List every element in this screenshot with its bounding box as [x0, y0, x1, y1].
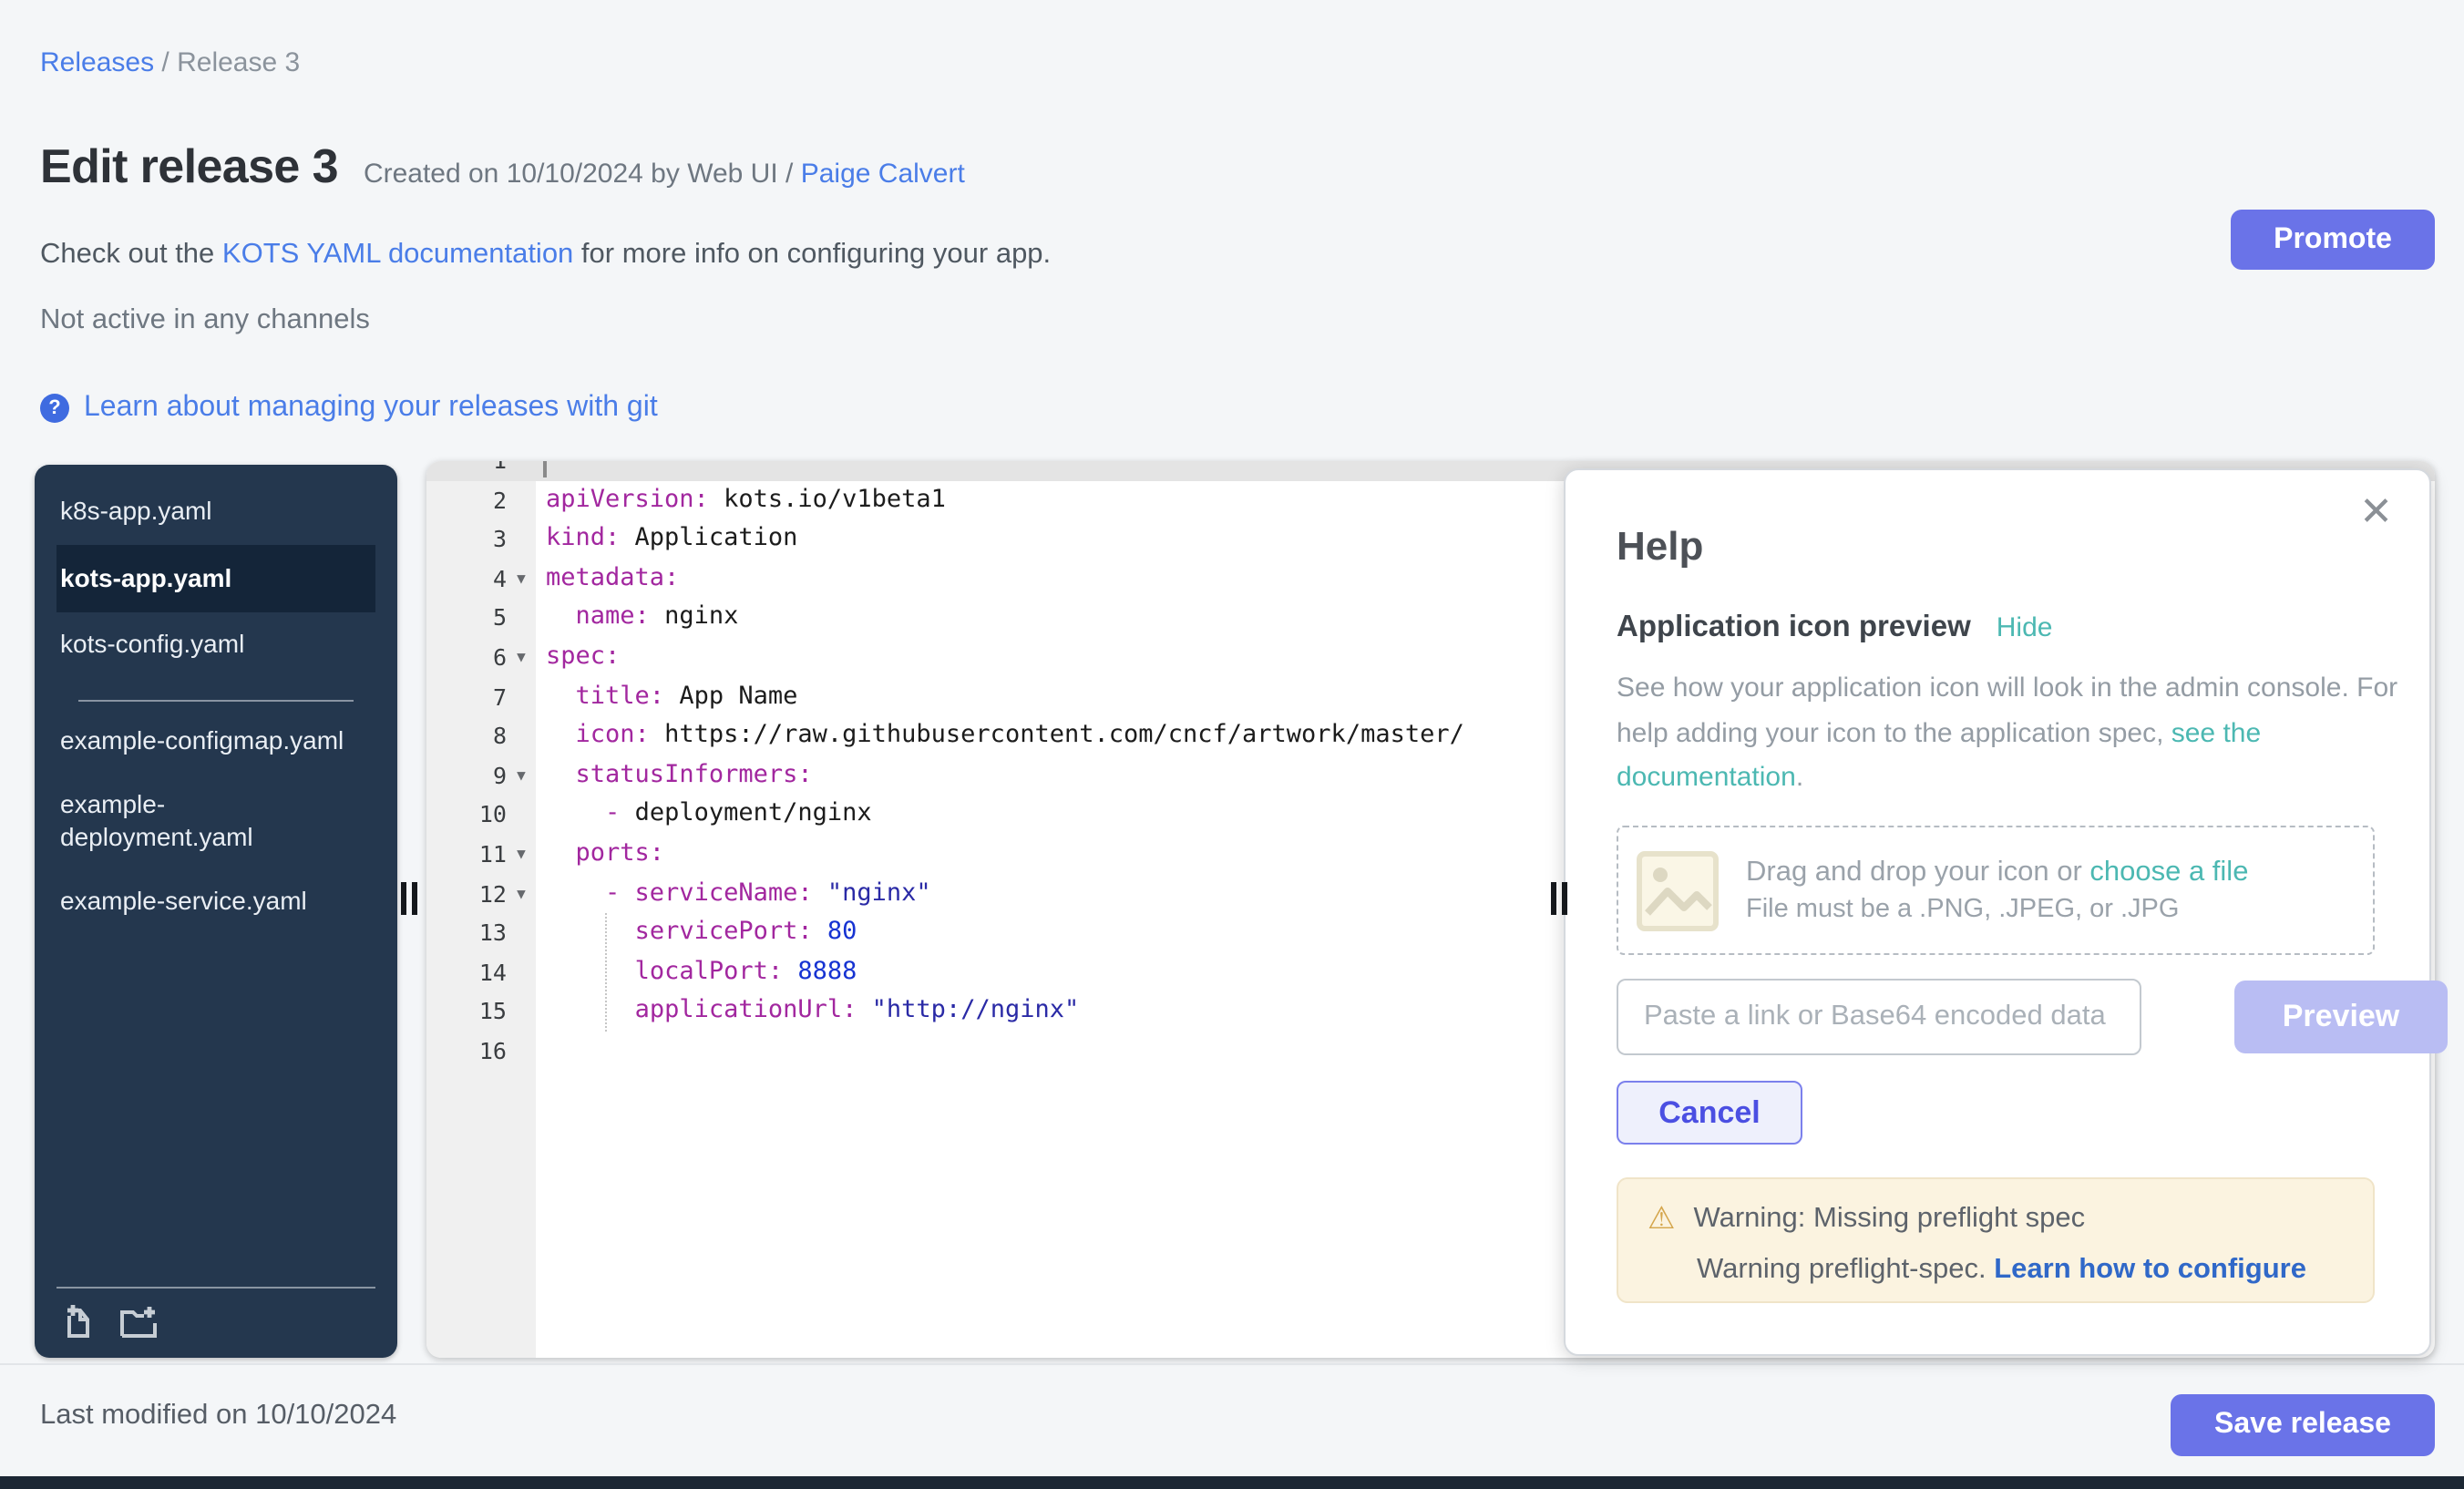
line-number: 6: [426, 638, 507, 677]
line-number: 10: [426, 796, 507, 835]
fold-arrow-icon[interactable]: ▼: [507, 560, 536, 599]
icon-preview-section-header: Application icon preview Hide: [1617, 611, 2052, 645]
line-number: 15: [426, 992, 507, 1032]
created-meta-text: Created on 10/10/2024 by Web UI /: [364, 159, 801, 190]
author-link[interactable]: Paige Calvert: [801, 159, 965, 190]
line-number: 4: [426, 560, 507, 599]
new-folder-icon[interactable]: [118, 1303, 159, 1340]
icon-url-input[interactable]: [1617, 979, 2141, 1055]
sidebar-file-k8s-app.yaml[interactable]: k8s-app.yaml: [56, 479, 348, 544]
question-circle-icon: ?: [40, 394, 69, 423]
line-number: 9: [426, 756, 507, 796]
warning-triangle-icon: ⚠: [1648, 1201, 1676, 1237]
git-releases-link[interactable]: Learn about managing your releases with …: [84, 392, 658, 425]
file-sidebar: k8s-app.yamlkots-app.yamlkots-config.yam…: [35, 465, 397, 1358]
line-number: 7: [426, 677, 507, 716]
icon-dropzone[interactable]: Drag and drop your icon or choose a file…: [1617, 826, 2375, 955]
sidebar-file-kots-config.yaml[interactable]: kots-config.yaml: [56, 612, 348, 677]
fold-arrow-icon[interactable]: ▼: [507, 835, 536, 874]
learn-configure-link[interactable]: Learn how to configure: [1994, 1254, 2306, 1285]
icon-preview-description-text: See how your application icon will look …: [1617, 673, 2397, 748]
page-title: Edit release 3: [40, 139, 338, 195]
created-meta: Created on 10/10/2024 by Web UI / Paige …: [364, 159, 965, 190]
warning-title: Warning: Missing preflight spec: [1694, 1203, 2086, 1236]
icon-preview-title: Application icon preview: [1617, 611, 1971, 645]
sidebar-file-example-deployment.yaml[interactable]: example-deployment.yaml: [56, 773, 348, 869]
docs-info-line: Check out the KOTS YAML documentation fo…: [40, 239, 1051, 272]
kots-yaml-docs-link[interactable]: KOTS YAML documentation: [222, 239, 573, 270]
line-number: 3: [426, 519, 507, 559]
line-number: 14: [426, 952, 507, 991]
channel-status: Not active in any channels: [40, 304, 370, 337]
footer-divider: [0, 1363, 2464, 1365]
preview-button[interactable]: Preview: [2234, 981, 2448, 1053]
sidebar-file-example-service.yaml[interactable]: example-service.yaml: [56, 869, 348, 934]
line-number: 5: [426, 599, 507, 638]
choose-file-link[interactable]: choose a file: [2089, 857, 2248, 888]
dropzone-requirements: File must be a .PNG, .JPEG, or .JPG: [1746, 895, 2248, 924]
last-modified-text: Last modified on 10/10/2024: [40, 1400, 396, 1433]
breadcrumb: Releases / Release 3: [40, 47, 300, 78]
fold-arrow-icon[interactable]: ▼: [507, 874, 536, 913]
icon-preview-description: See how your application icon will look …: [1617, 667, 2404, 801]
line-number: 16: [426, 1032, 507, 1071]
cancel-button[interactable]: Cancel: [1617, 1081, 1802, 1145]
docs-info-prefix: Check out the: [40, 239, 222, 270]
save-release-button[interactable]: Save release: [2171, 1394, 2435, 1456]
warning-detail-text: Warning preflight-spec.: [1697, 1254, 1994, 1285]
docs-info-suffix: for more info on configuring your app.: [573, 239, 1051, 270]
line-number: 11: [426, 835, 507, 874]
text-cursor: [543, 461, 547, 478]
edit-release-page: Releases / Release 3 Edit release 3 Crea…: [0, 0, 2464, 1489]
dropzone-line1-text: Drag and drop your icon or: [1746, 857, 2089, 888]
icon-preview-description-period: .: [1796, 762, 1803, 793]
fold-arrow-icon[interactable]: ▼: [507, 638, 536, 677]
close-icon[interactable]: ✕: [2359, 492, 2393, 532]
file-list-divider: [78, 699, 354, 701]
sidebar-file-kots-app.yaml[interactable]: kots-app.yaml: [56, 544, 375, 612]
git-help-row: ? Learn about managing your releases wit…: [40, 392, 658, 425]
bottom-strip: [0, 1476, 2464, 1489]
title-row: Edit release 3 Created on 10/10/2024 by …: [40, 139, 965, 195]
indent-guide: [605, 913, 607, 1032]
line-number: 1: [426, 461, 507, 480]
file-list: k8s-app.yamlkots-app.yamlkots-config.yam…: [56, 479, 375, 934]
breadcrumb-releases-link[interactable]: Releases: [40, 47, 154, 78]
help-panel-resize-handle[interactable]: [1551, 882, 1573, 915]
breadcrumb-current: / Release 3: [154, 47, 300, 78]
help-panel-title: Help: [1617, 523, 1703, 570]
warning-detail: Warning preflight-spec. Learn how to con…: [1697, 1254, 2344, 1287]
sidebar-file-example-configmap.yaml[interactable]: example-configmap.yaml: [56, 708, 348, 773]
line-number: 13: [426, 913, 507, 952]
fold-arrow-icon[interactable]: ▼: [507, 756, 536, 796]
preflight-warning-box: ⚠ Warning: Missing preflight spec Warnin…: [1617, 1177, 2375, 1303]
hide-link[interactable]: Hide: [1997, 612, 2053, 643]
sidebar-resize-handle[interactable]: [401, 882, 423, 915]
line-number: 2: [426, 480, 507, 519]
image-placeholder-icon: [1637, 850, 1719, 930]
line-number: 8: [426, 716, 507, 755]
dropzone-text: Drag and drop your icon or choose a file…: [1746, 857, 2248, 924]
new-file-icon[interactable]: [60, 1303, 97, 1340]
line-number: 12: [426, 874, 507, 913]
help-panel: ✕ Help Application icon preview Hide See…: [1564, 468, 2431, 1356]
icon-url-row: Preview: [1617, 979, 2141, 1055]
promote-button[interactable]: Promote: [2231, 210, 2435, 270]
sidebar-footer: [56, 1287, 375, 1343]
